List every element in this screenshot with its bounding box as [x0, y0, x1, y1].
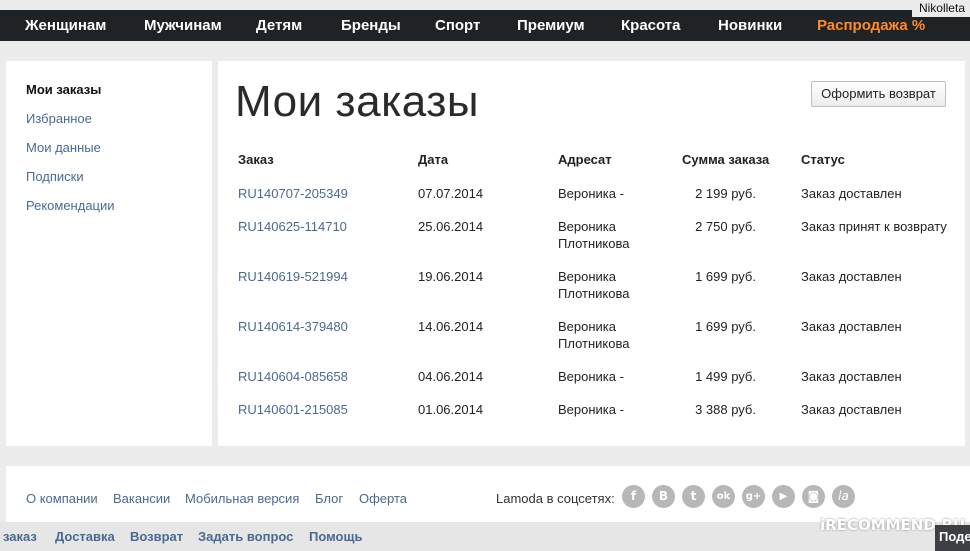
- order-number-link[interactable]: RU140619-521994: [238, 268, 348, 285]
- social-label: Lamoda в соцсетях:: [496, 491, 615, 506]
- sidebar-item-favorites[interactable]: Избранное: [26, 111, 92, 126]
- column-header-status: Статус: [801, 152, 845, 167]
- user-name-tag: Nikolleta: [911, 0, 970, 17]
- nav-beauty[interactable]: Красота: [621, 10, 680, 41]
- footer-link-about[interactable]: О компании: [26, 491, 98, 506]
- order-recipient-last-name: Плотникова: [558, 236, 630, 251]
- order-recipient: Вероника -: [558, 402, 624, 417]
- order-date: 19.06.2014: [418, 269, 484, 284]
- order-number-link[interactable]: RU140707-205349: [238, 185, 348, 202]
- order-sum: 2 199 руб.: [695, 186, 756, 201]
- twitter-icon[interactable]: t: [682, 485, 705, 508]
- nav-sport[interactable]: Спорт: [435, 10, 480, 41]
- order-recipient-last-name: Плотникова: [558, 286, 630, 301]
- sidebar-item-recommendations[interactable]: Рекомендации: [26, 198, 115, 213]
- nav-brands[interactable]: Бренды: [341, 10, 401, 41]
- google-plus-icon[interactable]: g+: [742, 485, 765, 508]
- vk-icon[interactable]: B: [652, 485, 675, 508]
- order-date: 07.07.2014: [418, 186, 484, 201]
- order-number-link[interactable]: RU140601-215085: [238, 401, 348, 418]
- instagram-icon[interactable]: ◙: [802, 485, 825, 508]
- return-button[interactable]: Оформить возврат: [811, 81, 946, 107]
- bottom-link-ask-question[interactable]: Задать вопрос: [198, 529, 293, 544]
- order-sum: 1 499 руб.: [695, 369, 756, 384]
- lamoda-icon[interactable]: la: [832, 485, 855, 508]
- share-button[interactable]: Поде: [935, 525, 970, 551]
- order-date: 25.06.2014: [418, 219, 484, 234]
- column-header-order: Заказ: [238, 152, 274, 167]
- column-header-recipient: Адресат: [558, 152, 612, 167]
- order-status: Заказ доставлен: [801, 269, 902, 284]
- order-sum: 2 750 руб.: [695, 219, 756, 234]
- order-recipient-first-name: Вероника: [558, 269, 617, 284]
- column-header-date: Дата: [418, 152, 449, 167]
- footer-link-offer[interactable]: Оферта: [359, 491, 407, 506]
- sidebar-item-my-data[interactable]: Мои данные: [26, 140, 101, 155]
- youtube-icon[interactable]: ▶: [772, 485, 795, 508]
- order-recipient: Вероника -: [558, 186, 624, 201]
- orders-panel: Мои заказы Оформить возврат Заказ Дата А…: [218, 61, 965, 446]
- order-status: Заказ доставлен: [801, 319, 902, 334]
- nav-new[interactable]: Новинки: [718, 10, 782, 41]
- bottom-link-order[interactable]: заказ: [3, 529, 37, 544]
- account-sidebar: Мои заказы Избранное Мои данные Подписки…: [6, 61, 212, 446]
- order-sum: 1 699 руб.: [695, 269, 756, 284]
- order-number-link[interactable]: RU140604-085658: [238, 368, 348, 385]
- nav-sale[interactable]: Распродажа %: [817, 10, 925, 41]
- footer-link-blog[interactable]: Блог: [315, 491, 343, 506]
- sidebar-item-my-orders[interactable]: Мои заказы: [26, 82, 101, 97]
- order-date: 04.06.2014: [418, 369, 484, 384]
- order-number-link[interactable]: RU140614-379480: [238, 318, 348, 335]
- odnoklassniki-icon[interactable]: ok: [712, 485, 735, 508]
- top-navigation: Женщинам Мужчинам Детям Бренды Спорт Пре…: [0, 10, 970, 41]
- order-status: Заказ доставлен: [801, 402, 902, 417]
- order-sum: 3 388 руб.: [695, 402, 756, 417]
- order-recipient: Вероника -: [558, 369, 624, 384]
- footer-link-vacancies[interactable]: Вакансии: [113, 491, 170, 506]
- bottom-link-return[interactable]: Возврат: [130, 529, 183, 544]
- order-recipient-last-name: Плотникова: [558, 336, 630, 351]
- nav-kids[interactable]: Детям: [256, 10, 302, 41]
- sidebar-item-subscriptions[interactable]: Подписки: [26, 169, 84, 184]
- order-recipient-first-name: Вероника: [558, 319, 617, 334]
- facebook-icon[interactable]: f: [622, 485, 645, 508]
- site-footer: О компании Вакансии Мобильная версия Бло…: [6, 466, 970, 522]
- nav-men[interactable]: Мужчинам: [144, 10, 222, 41]
- order-recipient-first-name: Вероника: [558, 219, 617, 234]
- order-date: 14.06.2014: [418, 319, 484, 334]
- footer-link-mobile-version[interactable]: Мобильная версия: [185, 491, 299, 506]
- order-sum: 1 699 руб.: [695, 319, 756, 334]
- order-status: Заказ доставлен: [801, 186, 902, 201]
- bottom-link-help[interactable]: Помощь: [309, 529, 362, 544]
- order-status: Заказ принят к возврату: [801, 219, 947, 234]
- page-title: Мои заказы: [235, 77, 480, 126]
- bottom-link-delivery[interactable]: Доставка: [55, 529, 115, 544]
- nav-premium[interactable]: Премиум: [517, 10, 585, 41]
- order-number-link[interactable]: RU140625-114710: [238, 218, 347, 235]
- nav-women[interactable]: Женщинам: [25, 10, 106, 41]
- column-header-sum: Сумма заказа: [682, 152, 770, 167]
- order-date: 01.06.2014: [418, 402, 484, 417]
- order-status: Заказ доставлен: [801, 369, 902, 384]
